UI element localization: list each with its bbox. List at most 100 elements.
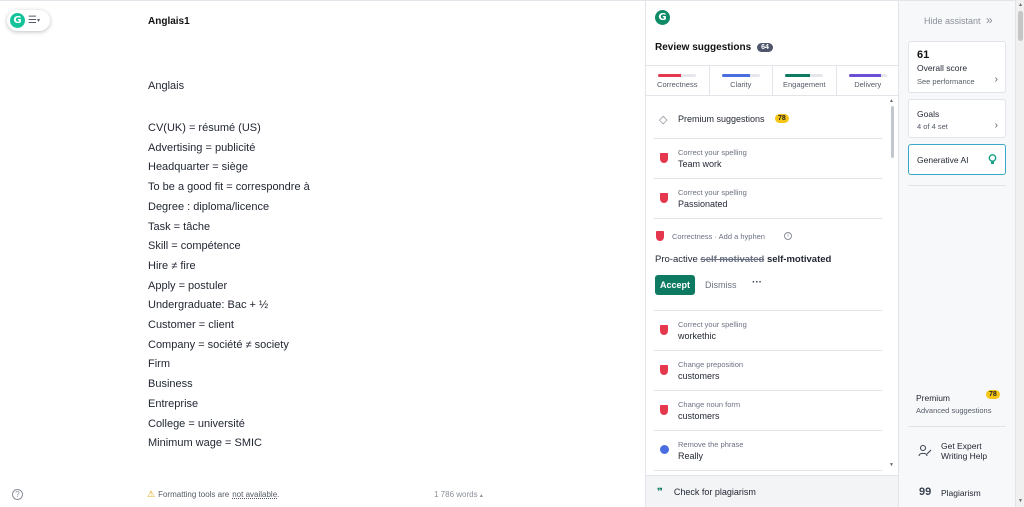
goals-card[interactable]: Goals 4 of 4 set › <box>908 99 1006 138</box>
document-heading: Anglais <box>148 80 185 92</box>
premium-subtitle: Advanced suggestions <box>916 406 992 415</box>
document-line[interactable]: Advertising = publicité <box>148 139 310 159</box>
suggestion-kind: Change noun form <box>678 400 741 409</box>
overall-score-card[interactable]: 61 Overall score See performance › <box>908 41 1006 93</box>
goals-label: Goals <box>917 109 940 119</box>
category-progress-bar <box>721 74 760 77</box>
category-progress-bar <box>785 74 824 77</box>
suggestion-kind: Correct your spelling <box>678 188 747 197</box>
check-plagiarism-button[interactable]: ❞ Check for plagiarism <box>646 475 899 507</box>
diamond-icon: ◇ <box>659 114 668 126</box>
document-line[interactable]: Undergraduate: Bac + ½ <box>148 296 310 316</box>
grammarly-logo-icon: G <box>655 10 670 25</box>
suggestion-card[interactable]: Correct your spelling Passionated <box>654 179 882 219</box>
premium-count-badge: 78 <box>775 114 789 123</box>
suggestion-card[interactable]: Correct your spelling Team work <box>654 139 882 179</box>
document-line[interactable]: Degree : diploma/licence <box>148 198 310 218</box>
document-line[interactable]: Skill = compétence <box>148 237 310 257</box>
document-line[interactable]: Entreprise <box>148 395 310 415</box>
expert-line-1: Get Expert <box>941 441 982 451</box>
see-performance-link[interactable]: See performance <box>917 77 975 86</box>
tab-engagement[interactable]: Engagement <box>773 66 837 95</box>
document-line[interactable]: Customer = client <box>148 316 310 336</box>
tab-clarity[interactable]: Clarity <box>710 66 773 95</box>
expanded-suggestion-card[interactable]: Correctness · Add a hyphen i Pro-active … <box>654 219 882 311</box>
hide-assistant-button[interactable]: Hide assistant <box>924 16 981 26</box>
document-body[interactable]: CV(UK) = résumé (US) Advertising = public… <box>148 119 310 454</box>
plagiarism-icon: 99 <box>919 486 932 498</box>
word-count-text: 1 786 words <box>434 490 478 499</box>
document-line[interactable]: Apply = postuler <box>148 277 310 297</box>
accept-button[interactable]: Accept <box>655 275 695 295</box>
suggestion-card[interactable]: Remove the phrase Really <box>654 431 882 471</box>
document-line[interactable]: Firm <box>148 355 310 375</box>
document-title[interactable]: Anglais1 <box>148 16 190 27</box>
suggestion-word: customers <box>678 411 720 421</box>
suggestion-kind: Remove the phrase <box>678 440 744 449</box>
document-line[interactable]: Company = société ≠ society <box>148 336 310 356</box>
tab-delivery[interactable]: Delivery <box>837 66 900 95</box>
expert-line-2: Writing Help <box>941 451 988 461</box>
grammarly-logo-icon: G <box>10 13 25 28</box>
document-line[interactable]: Business <box>148 375 310 395</box>
notice-link[interactable]: not available <box>232 490 277 499</box>
suggestion-card[interactable]: Correct your spelling workethic <box>654 311 882 351</box>
overall-score-label: Overall score <box>917 63 968 73</box>
scroll-down-icon[interactable]: ▼ <box>1018 498 1023 504</box>
tab-label: Delivery <box>854 80 882 89</box>
suggestion-word: Really <box>678 451 704 461</box>
document-line[interactable]: College = université <box>148 415 310 435</box>
suggestion-word: workethic <box>678 331 717 341</box>
suggestion-kind: Correct your spelling <box>678 148 747 157</box>
panel-title: Review suggestions <box>655 42 752 53</box>
category-progress-bar <box>658 74 697 77</box>
clarity-icon <box>660 445 669 454</box>
suggestion-card[interactable]: Change noun form customers <box>654 391 882 431</box>
document-line[interactable]: Task = tâche <box>148 218 310 238</box>
premium-count-badge: 78 <box>986 390 1000 399</box>
get-expert-help-button[interactable]: Get Expert Writing Help <box>941 441 987 461</box>
divider <box>908 426 1006 427</box>
premium-suggestions-row[interactable]: ◇ Premium suggestions 78 <box>654 99 882 139</box>
dismiss-button[interactable]: Dismiss <box>705 280 737 290</box>
scroll-down-icon[interactable]: ▼ <box>889 462 894 468</box>
correctness-shield-icon <box>656 231 664 241</box>
grammarly-menu-button[interactable]: G ☰ ▾ <box>7 10 50 31</box>
correctness-shield-icon <box>660 365 668 375</box>
category-progress-bar <box>848 74 887 77</box>
caret-up-icon: ▴ <box>479 493 483 499</box>
category-tabs: Correctness Clarity Engagement Delivery <box>646 65 899 96</box>
suggestions-scrollbar[interactable]: ▲ ▼ <box>889 98 894 470</box>
review-panel: G Review suggestions 64 Correctness Clari… <box>645 0 899 507</box>
premium-label[interactable]: Premium <box>916 393 950 403</box>
document-line[interactable]: To be a good fit = correspondre à <box>148 178 310 198</box>
scroll-up-icon[interactable]: ▲ <box>1018 2 1023 8</box>
document-line[interactable]: CV(UK) = résumé (US) <box>148 119 310 139</box>
correctness-shield-icon <box>660 193 668 203</box>
plagiarism-button[interactable]: Plagiarism <box>941 488 981 498</box>
suggestion-list[interactable]: ◇ Premium suggestions 78 Correct your sp… <box>646 99 892 471</box>
correctness-shield-icon <box>660 325 668 335</box>
suggestion-kind: Correct your spelling <box>678 320 747 329</box>
scroll-up-icon[interactable]: ▲ <box>889 98 894 104</box>
info-icon[interactable]: i <box>784 232 792 240</box>
double-chevron-right-icon[interactable]: » <box>986 13 993 27</box>
suggestion-card[interactable]: Change preposition customers <box>654 351 882 391</box>
tab-correctness[interactable]: Correctness <box>646 66 710 95</box>
document-editor[interactable]: G ☰ ▾ Anglais1 Anglais CV(UK) = résumé (… <box>0 0 645 507</box>
document-line[interactable]: Headquarter = siège <box>148 158 310 178</box>
scrollbar-thumb[interactable] <box>1018 11 1023 41</box>
more-options-icon[interactable]: ··· <box>752 277 762 288</box>
page-scrollbar[interactable]: ▲ ▼ <box>1015 0 1024 507</box>
document-line[interactable]: Hire ≠ fire <box>148 257 310 277</box>
generative-ai-button[interactable]: Generative AI <box>908 144 1006 175</box>
tab-label: Engagement <box>782 80 826 89</box>
document-line[interactable]: Minimum wage = SMIC <box>148 434 310 454</box>
scrollbar-thumb[interactable] <box>891 106 894 158</box>
tab-label: Clarity <box>730 80 752 89</box>
overall-score-value: 61 <box>917 49 930 61</box>
word-count[interactable]: 1 786 words ▴ <box>434 490 483 499</box>
check-plagiarism-label: Check for plagiarism <box>673 487 756 497</box>
correctness-shield-icon <box>660 405 668 415</box>
help-icon[interactable]: ? <box>12 489 23 500</box>
